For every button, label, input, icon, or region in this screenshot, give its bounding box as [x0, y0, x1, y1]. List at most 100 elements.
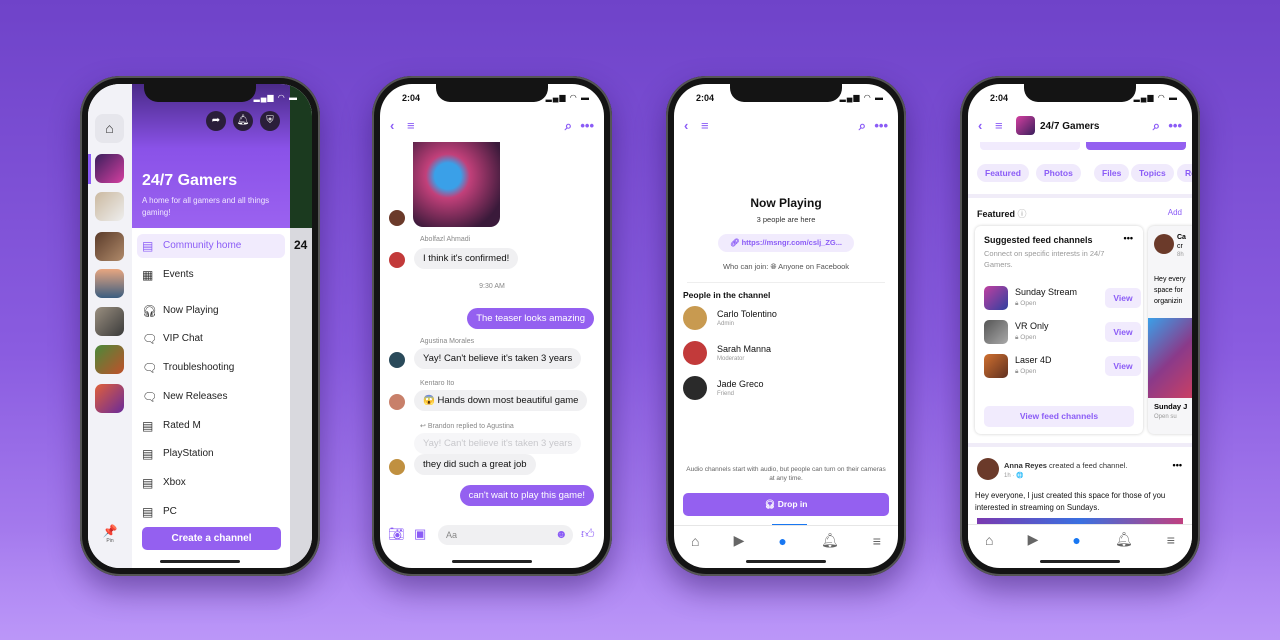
- channel-link[interactable]: 🔗︎ https://msngr.com/cslj_ZG...: [718, 234, 854, 252]
- channel-globe-icon: ▤: [142, 447, 154, 461]
- channel-name[interactable]: VR Only: [1015, 321, 1049, 331]
- bell-icon[interactable]: 🔔︎: [821, 532, 839, 549]
- groups-icon[interactable]: ●: [1072, 532, 1080, 548]
- screen: 2:04 ▂▄▆ ◠ ▬ ‹ ≡ ⌕ ••• Now Playing 3 peo…: [674, 84, 898, 568]
- shield-icon[interactable]: ⛨: [260, 111, 280, 131]
- phone-chat: 2:04 ▂▄▆ ◠ ▬ ‹ ≡ ⌕ ••• Abolfazl Ahmadi I…: [372, 76, 612, 576]
- pin-button[interactable]: 📌 Pin: [88, 524, 132, 544]
- info-icon[interactable]: ⓘ: [1018, 209, 1027, 219]
- menu-item-playstation[interactable]: ▤ PlayStation: [132, 442, 290, 466]
- status-icons: ▂▄▆ ◠ ▬: [1133, 93, 1178, 102]
- community-rail: ⌂ 📌 Pin: [88, 84, 132, 568]
- community-description: A home for all gamers and all things gam…: [142, 196, 270, 217]
- screen: 2:04 ▂▄▆ ◠ ▬ ‹ ≡ ⌕ ••• Abolfazl Ahmadi I…: [380, 84, 604, 568]
- divider: [687, 282, 885, 283]
- community-thumb[interactable]: [95, 384, 124, 413]
- community-thumb[interactable]: [95, 232, 124, 261]
- gallery-icon[interactable]: ▣: [414, 526, 426, 542]
- link-icon: 🔗︎: [729, 238, 742, 247]
- home-icon[interactable]: ⌂: [691, 533, 699, 549]
- menu-icon[interactable]: ≡: [995, 118, 1003, 133]
- invite-button[interactable]: [1086, 142, 1186, 150]
- sender-name: Agustina Morales: [420, 338, 475, 345]
- rail-selected-indicator: [88, 154, 91, 184]
- menu-item-rated-m[interactable]: ▤ Rated M: [132, 414, 290, 438]
- video-icon[interactable]: ▶: [1028, 531, 1039, 548]
- groups-icon[interactable]: ●: [778, 533, 786, 549]
- menu-icon[interactable]: ≡: [873, 533, 881, 549]
- bell-icon[interactable]: 🔔︎: [233, 111, 253, 131]
- person-row[interactable]: Jade Greco Friend: [683, 376, 889, 402]
- home-icon[interactable]: ⌂: [95, 114, 124, 143]
- shared-image[interactable]: [413, 142, 500, 227]
- person-row[interactable]: Sarah Manna Moderator: [683, 341, 889, 367]
- community-thumb[interactable]: [95, 269, 124, 298]
- home-icon[interactable]: ⌂: [985, 532, 993, 548]
- tab-chip[interactable]: Topics: [1131, 164, 1174, 182]
- person-row[interactable]: Carlo Tolentino Admin: [683, 306, 889, 332]
- create-channel-button[interactable]: Create a channel: [142, 527, 281, 550]
- phone-community-feed: 2:04 ▂▄▆ ◠ ▬ ‹ ≡ 24/7 Gamers ⌕ ••• Featu…: [960, 76, 1200, 576]
- menu-icon[interactable]: ≡: [407, 118, 415, 133]
- notch: [1024, 84, 1136, 102]
- channel-status: 🔒︎ Open: [1015, 368, 1037, 375]
- more-icon[interactable]: •••: [580, 118, 594, 133]
- back-icon[interactable]: ‹: [684, 118, 688, 133]
- more-icon[interactable]: •••: [1173, 460, 1182, 470]
- status-icons: ▂▄▆ ◠ ▬: [545, 93, 590, 102]
- more-icon[interactable]: •••: [874, 118, 888, 133]
- view-channel-button[interactable]: View: [1105, 322, 1141, 342]
- more-icon[interactable]: •••: [1168, 118, 1182, 133]
- menu-item-pc[interactable]: ▤ PC: [132, 500, 290, 524]
- feed-post-card-peek[interactable]: Ca cr 8h Hey every space for organizin S…: [1148, 226, 1192, 434]
- view-channel-button[interactable]: View: [1105, 288, 1141, 308]
- tab-chip[interactable]: Files: [1094, 164, 1130, 182]
- back-icon[interactable]: ‹: [978, 118, 982, 133]
- menu-item-vip-chat[interactable]: 🗨 VIP Chat: [132, 327, 290, 351]
- avatar: [389, 210, 405, 226]
- video-icon[interactable]: ▶: [734, 532, 745, 549]
- avatar: [389, 394, 405, 410]
- menu-item-events[interactable]: ▦ Events: [132, 263, 290, 287]
- menu-item-now-playing[interactable]: 🎧︎ Now Playing: [132, 299, 290, 323]
- tab-chip[interactable]: Featured: [977, 164, 1029, 182]
- channel-name[interactable]: Laser 4D: [1015, 355, 1052, 365]
- sender-name: Abolfazl Ahmadi: [420, 236, 471, 243]
- thumbs-up-icon[interactable]: 👍︎: [581, 526, 595, 542]
- lock-icon: 🔒︎: [1015, 300, 1019, 307]
- view-channel-button[interactable]: View: [1105, 356, 1141, 376]
- emoji-icon[interactable]: ☻: [555, 527, 568, 541]
- post-header: Anna Reyes created a feed channel.: [1004, 461, 1128, 470]
- search-icon[interactable]: ⌕: [859, 118, 866, 134]
- back-icon[interactable]: ‹: [390, 118, 394, 133]
- camera-icon[interactable]: 📷︎: [388, 526, 405, 542]
- joined-button[interactable]: [980, 142, 1080, 150]
- community-thumb[interactable]: [95, 307, 124, 336]
- drop-in-button[interactable]: 🎧︎ Drop in: [683, 493, 889, 516]
- share-icon[interactable]: ➦: [206, 111, 226, 131]
- more-icon[interactable]: •••: [1124, 233, 1133, 243]
- menu-icon[interactable]: ≡: [1167, 532, 1175, 548]
- view-feed-channels-button[interactable]: View feed channels: [984, 406, 1134, 427]
- status-time: 2:04: [402, 93, 421, 103]
- avatar: [1154, 234, 1174, 254]
- tab-chip[interactable]: Re: [1177, 164, 1192, 182]
- search-icon[interactable]: ⌕: [1153, 118, 1160, 134]
- community-thumb[interactable]: [95, 154, 124, 183]
- tab-chip[interactable]: Photos: [1036, 164, 1081, 182]
- menu-item-troubleshooting[interactable]: 🗨 Troubleshooting: [132, 356, 290, 380]
- community-thumb[interactable]: [95, 345, 124, 374]
- bell-icon[interactable]: 🔔︎: [1115, 531, 1133, 548]
- menu-item-xbox[interactable]: ▤ Xbox: [132, 471, 290, 495]
- channel-name[interactable]: Sunday Stream: [1015, 287, 1077, 297]
- menu-item-community-home[interactable]: ▤ Community home: [137, 234, 285, 258]
- community-nav: ‹ ≡ 24/7 Gamers ⌕ •••: [968, 116, 1192, 138]
- community-thumb[interactable]: [95, 192, 124, 221]
- menu-icon[interactable]: ≡: [701, 118, 709, 133]
- search-icon[interactable]: ⌕: [565, 118, 572, 134]
- locked-channel-icon: ▤: [142, 419, 154, 433]
- post-text: Hey everyone, I just created this space …: [975, 491, 1166, 512]
- message-input[interactable]: Aa: [438, 525, 573, 545]
- menu-item-new-releases[interactable]: 🗨 New Releases: [132, 385, 290, 409]
- add-link[interactable]: Add: [1168, 208, 1182, 217]
